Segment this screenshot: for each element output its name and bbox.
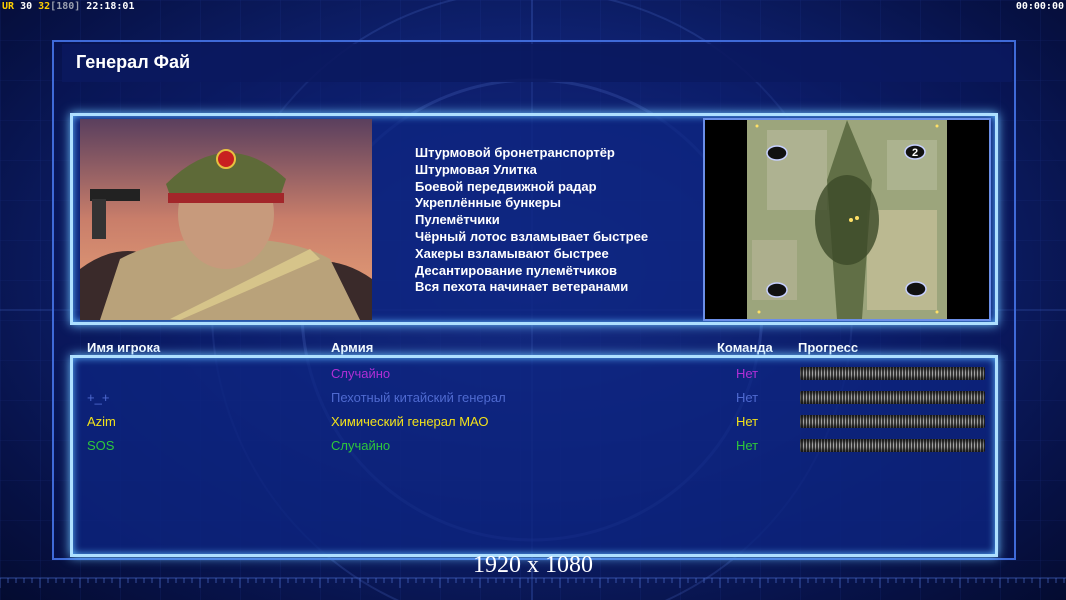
loading-progress-bar [800,439,985,452]
player-start-marker[interactable] [905,281,927,297]
player-army: Случайно [331,438,391,453]
unit-list-item: Пулемётчики [415,212,500,228]
general-unit-list: Штурмовой бронетранспортёр Штурмовая Ули… [415,145,648,296]
unit-list-item: Боевой передвижной радар [415,178,597,194]
resolution-label: 1920 x 1080 [473,552,593,578]
general-title: Генерал Фай [76,52,191,72]
player-row: Случайно Нет [0,366,1066,386]
start-slot-number: 2 [912,147,918,159]
unit-list-item: Чёрный лотос взламывает быстрее [415,228,649,244]
player-army: Случайно [331,366,391,381]
unit-list-item: Хакеры взламывают быстрее [415,245,609,261]
player-army: Пехотный китайский генерал [331,390,506,405]
hud-stat-segment: 22:18:01 [80,1,135,12]
player-army: Химический генерал МАО [331,414,489,429]
player-start-marker[interactable] [766,145,788,161]
loading-progress-bar [800,391,985,404]
player-start-marker[interactable] [766,282,788,298]
unit-list-item: Штурмовой бронетранспортёр [415,145,615,160]
player-row: +_+ Пехотный китайский генерал Нет [0,390,1066,410]
loading-progress-bar [800,415,985,428]
player-name: Azim [87,414,116,429]
hud-stat-segment: [180] [50,1,81,12]
player-team: Нет [736,438,759,453]
minimap: 2 [747,120,947,319]
player-name: SOS [87,438,115,453]
player-row: SOS Случайно Нет [0,438,1066,458]
unit-list-item: Штурмовая Улитка [415,161,537,177]
hud-stat-segment: 32 [32,1,51,12]
player-team: Нет [736,366,759,381]
game-timer: 00:00:00 [1015,1,1064,12]
col-header-team: Команда [717,340,773,355]
player-row: Azim Химический генерал МАО Нет [0,414,1066,434]
hud-stat-segment: 30 [14,1,33,12]
hud-stat-segment: UR [2,1,15,12]
title-bar [62,44,1012,82]
unit-list-item: Вся пехота начинает ветеранами [415,279,629,295]
unit-list-item: Десантирование пулемётчиков [415,262,618,278]
col-header-army: Армия [331,340,374,355]
player-name: +_+ [87,390,110,405]
game-lobby-screen: { "hud": { "left_segments": [ {"text": "… [0,0,1066,600]
player-start-marker[interactable]: 2 [904,144,926,160]
unit-list-item: Укреплённые бункеры [415,195,561,211]
hud-stats: UR 30 32[180] 22:18:01 [2,0,134,13]
col-header-progress: Прогресс [798,340,859,355]
player-team: Нет [736,414,759,429]
hud-bar: UR 30 32[180] 22:18:01 00:00:00 [0,0,1066,14]
col-header-player-name: Имя игрока [87,340,161,355]
general-portrait [80,119,372,320]
loading-progress-bar [800,367,985,380]
player-team: Нет [736,390,759,405]
